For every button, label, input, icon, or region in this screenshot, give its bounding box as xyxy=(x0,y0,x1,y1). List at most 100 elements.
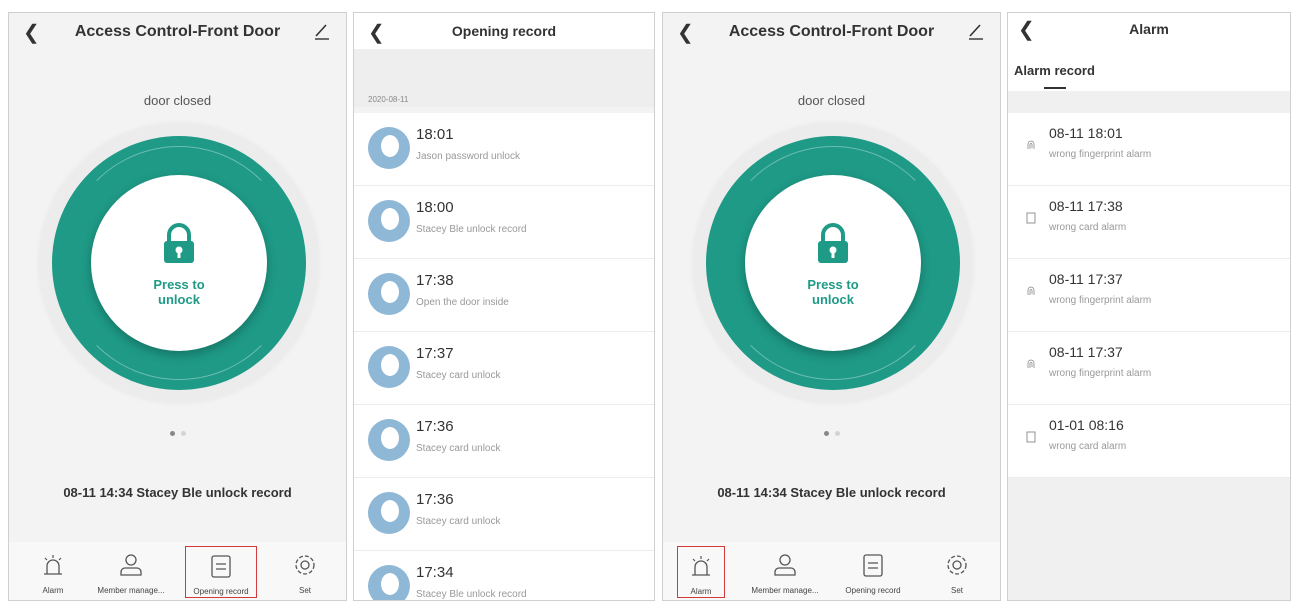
tab-label: Member manage... xyxy=(751,586,819,595)
tab-alarm-record[interactable]: Alarm record xyxy=(1014,63,1095,78)
page-dot xyxy=(834,431,840,436)
alarm-icon xyxy=(692,556,710,576)
avatar xyxy=(368,419,410,461)
section-divider xyxy=(1008,91,1290,113)
fingerprint-icon xyxy=(1027,286,1035,295)
list-item[interactable]: 17:36 Stacey card unlock xyxy=(354,478,654,551)
tab-opening-record[interactable]: Opening record xyxy=(185,546,257,598)
page-dot-active xyxy=(169,431,175,436)
tab-bar: Alarm Member manage... Opening record Se… xyxy=(9,542,346,600)
unlock-label: Press to unlock xyxy=(745,277,921,307)
alarm-time: 08-11 17:38 xyxy=(1049,198,1123,214)
person-icon xyxy=(774,554,796,576)
page-dot xyxy=(180,431,186,436)
date-section-header: 2020-08-11 xyxy=(354,49,654,107)
gear-icon xyxy=(295,555,315,575)
tab-set[interactable]: Set xyxy=(919,546,995,598)
unlock-button[interactable]: Press to unlock xyxy=(745,175,921,351)
page-title: Alarm xyxy=(1129,21,1169,37)
unlock-label-line2: unlock xyxy=(812,292,854,307)
unlock-dial: Press to unlock xyxy=(693,123,973,403)
page-title: Opening record xyxy=(451,23,557,39)
list-item[interactable]: 17:34 Stacey Ble unlock record xyxy=(354,551,654,600)
tab-alarm[interactable]: Alarm xyxy=(15,546,91,598)
last-record: 08-11 14:34 Stacey Ble unlock record xyxy=(717,485,946,500)
list-item[interactable]: 17:37 Stacey card unlock xyxy=(354,332,654,405)
avatar xyxy=(368,346,410,388)
tab-opening-record[interactable]: Opening record xyxy=(835,546,911,598)
screen-access-control-1: ❮ Access Control-Front Door door closed … xyxy=(8,12,347,601)
person-icon xyxy=(120,554,142,576)
unlock-label-line2: unlock xyxy=(158,292,200,307)
tab-label: Alarm xyxy=(690,587,712,596)
alarm-icon xyxy=(44,555,62,575)
unlock-button[interactable]: Press to unlock xyxy=(91,175,267,351)
pencil-icon[interactable] xyxy=(314,22,330,40)
record-time: 17:34 xyxy=(416,564,454,581)
record-desc: Stacey Ble unlock record xyxy=(416,589,527,600)
record-desc: Open the door inside xyxy=(416,297,509,308)
last-record: 08-11 14:34 Stacey Ble unlock record xyxy=(63,485,292,500)
avatar xyxy=(368,273,410,315)
avatar xyxy=(368,565,410,600)
list-item[interactable]: 17:36 Stacey card unlock xyxy=(354,405,654,478)
record-desc: Stacey card unlock xyxy=(416,370,501,381)
page-title: Access Control-Front Door xyxy=(74,23,281,40)
screen-access-control-2: ❮ Access Control-Front Door door closed … xyxy=(662,12,1001,601)
screen-opening-record: ❮ Opening record 2020-08-11 18:01 Jason p… xyxy=(353,12,655,601)
alarm-desc: wrong card alarm xyxy=(1049,222,1127,233)
gear-icon xyxy=(947,555,967,575)
tab-label: Opening record xyxy=(193,587,249,596)
tab-label: Set xyxy=(298,586,311,595)
alarm-desc: wrong fingerprint alarm xyxy=(1049,368,1152,379)
page-dot-active xyxy=(823,431,829,436)
tab-set[interactable]: Set xyxy=(267,546,343,598)
tab-alarm[interactable]: Alarm xyxy=(677,546,725,598)
list-item[interactable]: 18:00 Stacey Ble unlock record xyxy=(354,186,654,259)
unlock-dial: Press to unlock xyxy=(39,123,319,403)
screen-alarm: ❮ Alarm Alarm record 08-11 18:01 wrong f… xyxy=(1007,12,1291,601)
empty-area xyxy=(1008,478,1290,600)
header: ❮ Access Control-Front Door xyxy=(663,13,1000,49)
unlock-ring: Press to unlock xyxy=(706,136,960,390)
unlock-ring: Press to unlock xyxy=(52,136,306,390)
alarm-desc: wrong fingerprint alarm xyxy=(1049,149,1152,160)
record-desc: Jason password unlock xyxy=(416,151,520,162)
alarm-desc: wrong card alarm xyxy=(1049,441,1127,452)
card-icon xyxy=(1026,431,1036,443)
lock-icon xyxy=(818,223,848,263)
header: ❮ Alarm xyxy=(1008,13,1290,49)
list-item[interactable]: 08-11 18:01 wrong fingerprint alarm xyxy=(1008,113,1290,186)
list-item[interactable]: 08-11 17:37 wrong fingerprint alarm xyxy=(1008,259,1290,332)
pencil-icon[interactable] xyxy=(968,22,984,40)
tab-member-manage[interactable]: Member manage... xyxy=(93,546,169,598)
tab-label: Member manage... xyxy=(97,586,165,595)
alarm-record-list: 08-11 18:01 wrong fingerprint alarm 08-1… xyxy=(1008,113,1290,478)
card-icon xyxy=(1026,212,1036,224)
alarm-desc: wrong fingerprint alarm xyxy=(1049,295,1152,306)
record-time: 18:00 xyxy=(416,199,454,216)
tab-label: Set xyxy=(950,586,963,595)
alarm-time: 08-11 17:37 xyxy=(1049,271,1123,287)
tab-member-manage[interactable]: Member manage... xyxy=(747,546,823,598)
list-icon xyxy=(211,555,231,578)
page-title: Access Control-Front Door xyxy=(728,23,935,40)
record-desc: Stacey Ble unlock record xyxy=(416,224,527,235)
list-item[interactable]: 01-01 08:16 wrong card alarm xyxy=(1008,405,1290,478)
opening-record-list: 18:01 Jason password unlock 18:00 Stacey B… xyxy=(354,113,654,600)
tab-bar: Alarm Member manage... Opening record Se… xyxy=(663,542,1000,600)
unlock-label: Press to unlock xyxy=(91,277,267,307)
list-item[interactable]: 17:38 Open the door inside xyxy=(354,259,654,332)
alarm-time: 08-11 18:01 xyxy=(1049,125,1123,141)
list-item[interactable]: 08-11 17:37 wrong fingerprint alarm xyxy=(1008,332,1290,405)
alarm-time: 08-11 17:37 xyxy=(1049,344,1123,360)
record-date: 2020-08-11 xyxy=(368,95,409,104)
avatar xyxy=(368,492,410,534)
record-time: 18:01 xyxy=(416,126,454,143)
tab-underline xyxy=(1044,87,1066,89)
unlock-label-line1: Press to xyxy=(807,277,859,292)
list-icon xyxy=(863,554,883,577)
record-time: 17:37 xyxy=(416,345,454,362)
list-item[interactable]: 08-11 17:38 wrong card alarm xyxy=(1008,186,1290,259)
list-item[interactable]: 18:01 Jason password unlock xyxy=(354,113,654,186)
